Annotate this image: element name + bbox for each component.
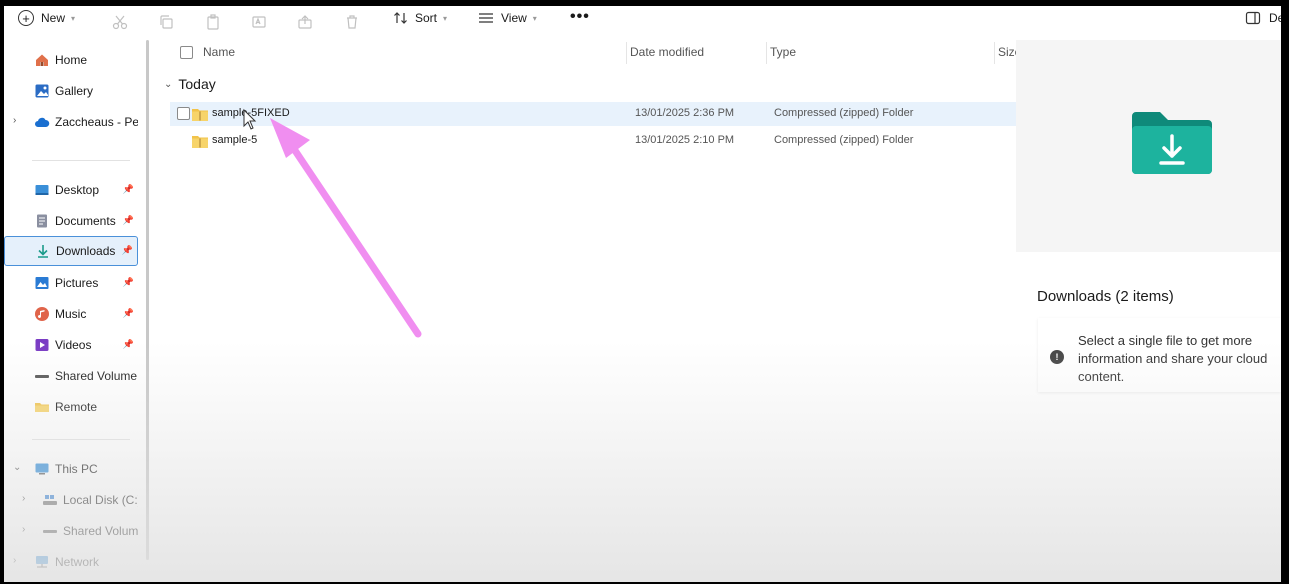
chevron-down-icon: ▾ [443,13,448,23]
preview-area [1016,40,1281,252]
pin-icon[interactable]: 📌 [122,245,133,256]
chevron-down-icon: ▾ [532,13,537,23]
navigation-pane: Home Gallery › Zaccheaus - Per Desktop 📌… [4,40,144,582]
chevron-right-icon[interactable]: › [22,493,25,504]
file-name: sample-5FIXED [212,107,290,119]
plus-icon: + [18,10,34,26]
row-checkbox[interactable] [177,107,190,120]
copy-icon[interactable] [158,14,174,30]
pin-icon[interactable]: 📌 [123,308,134,319]
details-pane: Downloads (2 items) ! Select a single fi… [1016,40,1281,582]
sidebar-item-this-pc[interactable]: ⌄ This PC [4,455,138,483]
chevron-right-icon[interactable]: › [13,555,16,566]
column-header-type[interactable]: Type [770,40,796,64]
info-card: ! Select a single file to get more infor… [1038,318,1281,392]
sidebar-item-remote[interactable]: Remote [4,393,138,421]
zip-folder-icon [192,107,208,124]
drive-icon [34,368,50,384]
pin-icon[interactable]: 📌 [123,277,134,288]
cloud-icon [34,114,50,130]
sidebar-item-pictures[interactable]: Pictures 📌 [4,269,138,297]
sidebar-item-shared-volume[interactable]: Shared Volume ( [4,362,138,390]
file-date: 13/01/2025 2:10 PM [635,134,735,146]
sidebar-item-downloads[interactable]: Downloads 📌 [4,236,138,266]
home-icon [34,52,50,68]
sidebar-item-home[interactable]: Home [4,46,138,74]
view-button[interactable]: View ▾ [478,10,537,26]
downloads-icon [35,243,51,259]
chevron-down-icon: ▾ [71,13,76,23]
sidebar-divider [32,160,130,161]
cut-icon[interactable] [112,14,128,30]
file-row[interactable]: sample-5 13/01/2025 2:10 PM Compressed (… [170,129,1016,153]
details-pane-icon [1245,11,1261,25]
sidebar-item-local-disk[interactable]: › Local Disk (C:) [4,486,138,514]
preview-title: Downloads (2 items) [1037,288,1174,305]
file-type: Compressed (zipped) Folder [774,107,914,119]
file-explorer-window: + New ▾ Sort ▾ View ▾ ••• De [4,6,1281,582]
view-icon [479,13,493,23]
file-row[interactable]: sample-5FIXED 13/01/2025 2:36 PM Compres… [170,102,1016,126]
sidebar-item-shared-volume-2[interactable]: › Shared Volume [4,517,138,545]
chevron-right-icon[interactable]: › [13,115,16,126]
sidebar-item-network[interactable]: › Network [4,548,138,576]
documents-icon [34,213,50,229]
file-type: Compressed (zipped) Folder [774,134,914,146]
pin-icon[interactable]: 📌 [123,184,134,195]
paste-icon[interactable] [205,14,221,30]
details-pane-button[interactable]: De [1245,10,1281,26]
sort-icon [394,12,407,24]
command-bar: + New ▾ Sort ▾ View ▾ ••• De [4,6,1281,38]
pc-icon [34,461,50,477]
chevron-right-icon[interactable]: › [22,524,25,535]
sidebar-item-documents[interactable]: Documents 📌 [4,207,138,235]
file-list: Name Date modified Type Size ⌄ Today sam… [156,40,1021,582]
info-icon: ! [1050,350,1064,364]
more-options-button[interactable]: ••• [570,8,590,26]
info-message: Select a single file to get more informa… [1078,333,1268,384]
sort-button[interactable]: Sort ▾ [393,10,447,26]
sidebar-item-desktop[interactable]: Desktop 📌 [4,176,138,204]
drive-icon [42,523,58,539]
select-all-checkbox[interactable] [180,45,193,59]
sidebar-item-videos[interactable]: Videos 📌 [4,331,138,359]
chevron-down-icon[interactable]: ⌄ [13,462,21,473]
zip-folder-icon [192,134,208,151]
file-name: sample-5 [212,134,258,146]
sidebar-item-music[interactable]: Music 📌 [4,300,138,328]
new-button[interactable]: + New ▾ [18,10,75,26]
music-icon [34,306,50,322]
column-divider[interactable] [994,42,995,64]
videos-icon [34,337,50,353]
sidebar-scrollbar[interactable] [146,40,149,560]
desktop-icon [34,182,50,198]
file-date: 13/01/2025 2:36 PM [635,107,735,119]
column-divider[interactable] [766,42,767,64]
delete-icon[interactable] [344,14,360,30]
sidebar-divider [32,439,130,440]
pin-icon[interactable]: 📌 [123,215,134,226]
pin-icon[interactable]: 📌 [123,339,134,350]
sidebar-item-gallery[interactable]: Gallery [4,77,138,105]
rename-icon[interactable] [251,14,267,30]
group-header-today[interactable]: ⌄ Today [164,76,216,92]
column-header-name[interactable]: Name [180,40,235,64]
pictures-icon [34,275,50,291]
column-header-date[interactable]: Date modified [630,40,704,64]
sidebar-item-onedrive[interactable]: › Zaccheaus - Per [4,108,138,136]
chevron-down-icon: ⌄ [164,78,173,90]
folder-icon [34,399,50,415]
share-icon[interactable] [297,14,313,30]
network-icon [34,554,50,570]
gallery-icon [34,83,50,99]
column-divider[interactable] [626,42,627,64]
downloads-folder-icon [1132,112,1212,174]
disk-icon [42,492,58,508]
